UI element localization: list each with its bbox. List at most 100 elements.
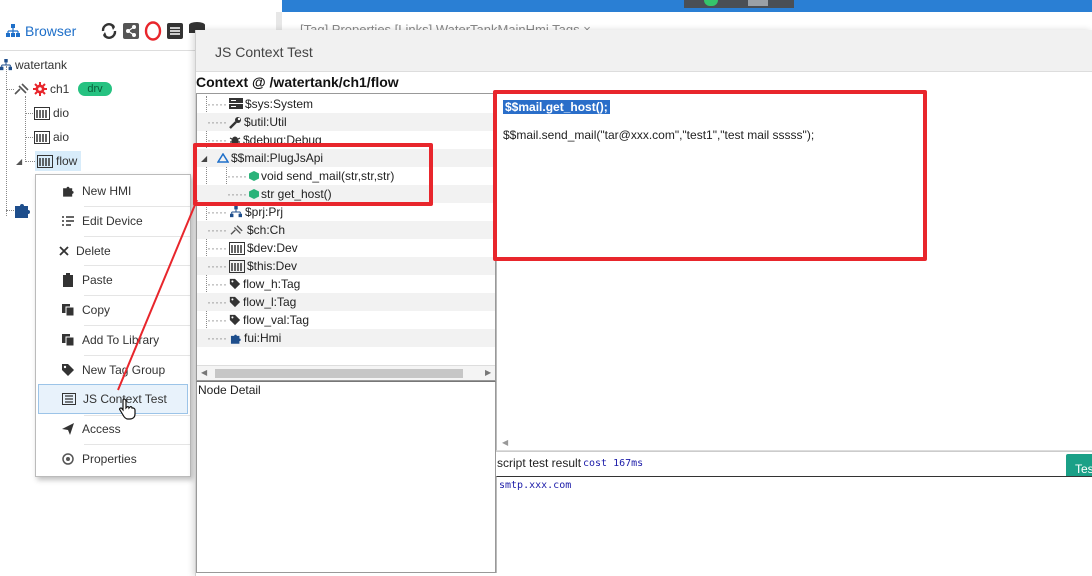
- puzzle-icon: [60, 183, 76, 199]
- scroll-left-icon[interactable]: ◀: [502, 438, 508, 447]
- console-icon: [61, 391, 77, 407]
- edit-list-icon: [60, 213, 76, 229]
- puzzle-icon: [230, 334, 241, 344]
- context-node-label: flow_val:Tag: [242, 313, 310, 327]
- server-icon: [228, 98, 243, 109]
- context-node[interactable]: ····· fui:Hmi: [197, 329, 495, 347]
- editor-scrollbar[interactable]: ◀: [496, 435, 1092, 451]
- result-label: script test result: [497, 456, 582, 470]
- menu-item-label: Edit Device: [82, 214, 143, 228]
- menu-item-paste[interactable]: Paste: [36, 265, 190, 295]
- channel-icon: [230, 225, 243, 235]
- tag-icon: [229, 296, 241, 308]
- context-tree-panel: ····· $sys:System ····· $util:Util ·····…: [196, 93, 496, 381]
- tree-node-flow[interactable]: ◢ flow: [16, 150, 82, 172]
- copy-icon: [60, 302, 76, 318]
- sitemap-icon: [6, 24, 20, 37]
- context-node[interactable]: ····· $util:Util: [197, 113, 495, 131]
- context-node[interactable]: ····· flow_l:Tag: [197, 293, 495, 311]
- gear-icon: [60, 451, 76, 467]
- share-icon[interactable]: [122, 21, 140, 41]
- browser-toolbar: [100, 21, 206, 41]
- result-cost: cost 167ms: [583, 458, 644, 469]
- menu-item-new-hmi[interactable]: New HMI: [36, 176, 190, 206]
- result-header: script test result cost 167ms: [496, 451, 1092, 476]
- dialog-titlebar[interactable]: [196, 30, 1092, 72]
- device-icon: [34, 106, 50, 120]
- dialog-title: JS Context Test: [215, 44, 313, 60]
- wrench-icon: [229, 116, 241, 129]
- expand-arrow-icon[interactable]: ◢: [16, 157, 32, 166]
- menu-item-add-to-library[interactable]: Add To Library: [36, 325, 190, 355]
- tree-node-selected: flow: [35, 151, 82, 171]
- sitemap-icon: [0, 59, 12, 71]
- tree-node-channel[interactable]: ch1 drv: [14, 78, 112, 100]
- circle-icon[interactable]: [144, 21, 162, 41]
- tree-node-label: aio: [53, 130, 70, 144]
- menu-item-label: New Tag Group: [82, 363, 166, 377]
- device-icon: [34, 130, 50, 144]
- context-node[interactable]: ····· flow_h:Tag: [197, 275, 495, 293]
- tree-horizontal-scrollbar[interactable]: ◀ ▶: [197, 365, 495, 380]
- result-output-text: smtp.xxx.com: [499, 480, 572, 491]
- menu-item-edit-device[interactable]: Edit Device: [36, 206, 190, 236]
- tag-icon: [229, 314, 241, 326]
- device-icon: [37, 154, 53, 168]
- device-icon: [228, 259, 245, 273]
- menu-item-label: Delete: [76, 244, 111, 258]
- browser-title-label: Browser: [25, 23, 77, 39]
- context-node-label: flow_l:Tag: [242, 295, 297, 309]
- tree-node-root[interactable]: watertank: [0, 54, 67, 76]
- context-node[interactable]: ····· $ch:Ch: [197, 221, 495, 239]
- tree-node-hmi[interactable]: [12, 199, 32, 221]
- menu-item-label: Properties: [82, 452, 137, 466]
- gear-icon: [33, 82, 47, 96]
- tree-node-aio[interactable]: aio: [34, 126, 69, 148]
- menu-item-delete[interactable]: Delete: [36, 236, 190, 266]
- node-detail-label: Node Detail: [198, 383, 261, 397]
- menu-item-new-tag-group[interactable]: New Tag Group: [36, 355, 190, 385]
- context-node[interactable]: ····· $sys:System: [197, 95, 495, 113]
- menu-item-access[interactable]: Access: [36, 414, 190, 444]
- context-node-label: $util:Util: [243, 115, 287, 129]
- menu-item-label: Paste: [82, 273, 113, 287]
- clipboard-icon: [60, 272, 76, 288]
- annotation-box-code: [493, 90, 927, 261]
- menu-item-copy[interactable]: Copy: [36, 295, 190, 325]
- project-icon: [229, 206, 242, 218]
- browser-title[interactable]: Browser: [6, 23, 76, 39]
- scroll-left-icon[interactable]: ◀: [201, 368, 207, 377]
- context-node-label: $prj:Prj: [244, 205, 283, 219]
- puzzle-icon: [15, 204, 30, 218]
- tag-icon: [60, 362, 76, 378]
- list-icon[interactable]: [166, 21, 184, 41]
- context-node-label: $sys:System: [244, 97, 313, 111]
- menu-item-label: Access: [82, 422, 121, 436]
- plug-icon: [14, 83, 29, 95]
- menu-item-label: New HMI: [82, 184, 132, 198]
- refresh-icon[interactable]: [100, 21, 118, 41]
- top-bar: [282, 0, 1092, 12]
- context-node-label: $this:Dev: [246, 259, 298, 273]
- menu-item-label: Copy: [82, 303, 111, 317]
- stop-indicator: [748, 0, 768, 6]
- menu-item-properties[interactable]: Properties: [36, 444, 190, 474]
- hand-cursor-icon: [119, 398, 136, 420]
- context-node-label: fui:Hmi: [243, 331, 282, 345]
- tree-node-label: flow: [56, 154, 78, 168]
- device-icon: [228, 241, 245, 255]
- context-node[interactable]: ····· flow_val:Tag: [197, 311, 495, 329]
- context-menu: New HMI Edit Device Delete Paste Copy Ad…: [35, 174, 191, 477]
- scrollbar-thumb[interactable]: [215, 369, 463, 378]
- context-node[interactable]: ····· $this:Dev: [197, 257, 495, 275]
- scroll-right-icon[interactable]: ▶: [485, 368, 491, 377]
- result-output: smtp.xxx.com: [496, 476, 1092, 573]
- tree-node-dio[interactable]: dio: [34, 102, 69, 124]
- menu-item-js-context-test[interactable]: JS Context Test: [38, 384, 188, 414]
- tree-node-label: watertank: [15, 58, 68, 72]
- context-node-label: flow_h:Tag: [242, 277, 301, 291]
- left-header-divider: [0, 50, 195, 51]
- context-node[interactable]: ····· $dev:Dev: [197, 239, 495, 257]
- tree-node-label: dio: [53, 106, 70, 120]
- context-node-label: $dev:Dev: [246, 241, 298, 255]
